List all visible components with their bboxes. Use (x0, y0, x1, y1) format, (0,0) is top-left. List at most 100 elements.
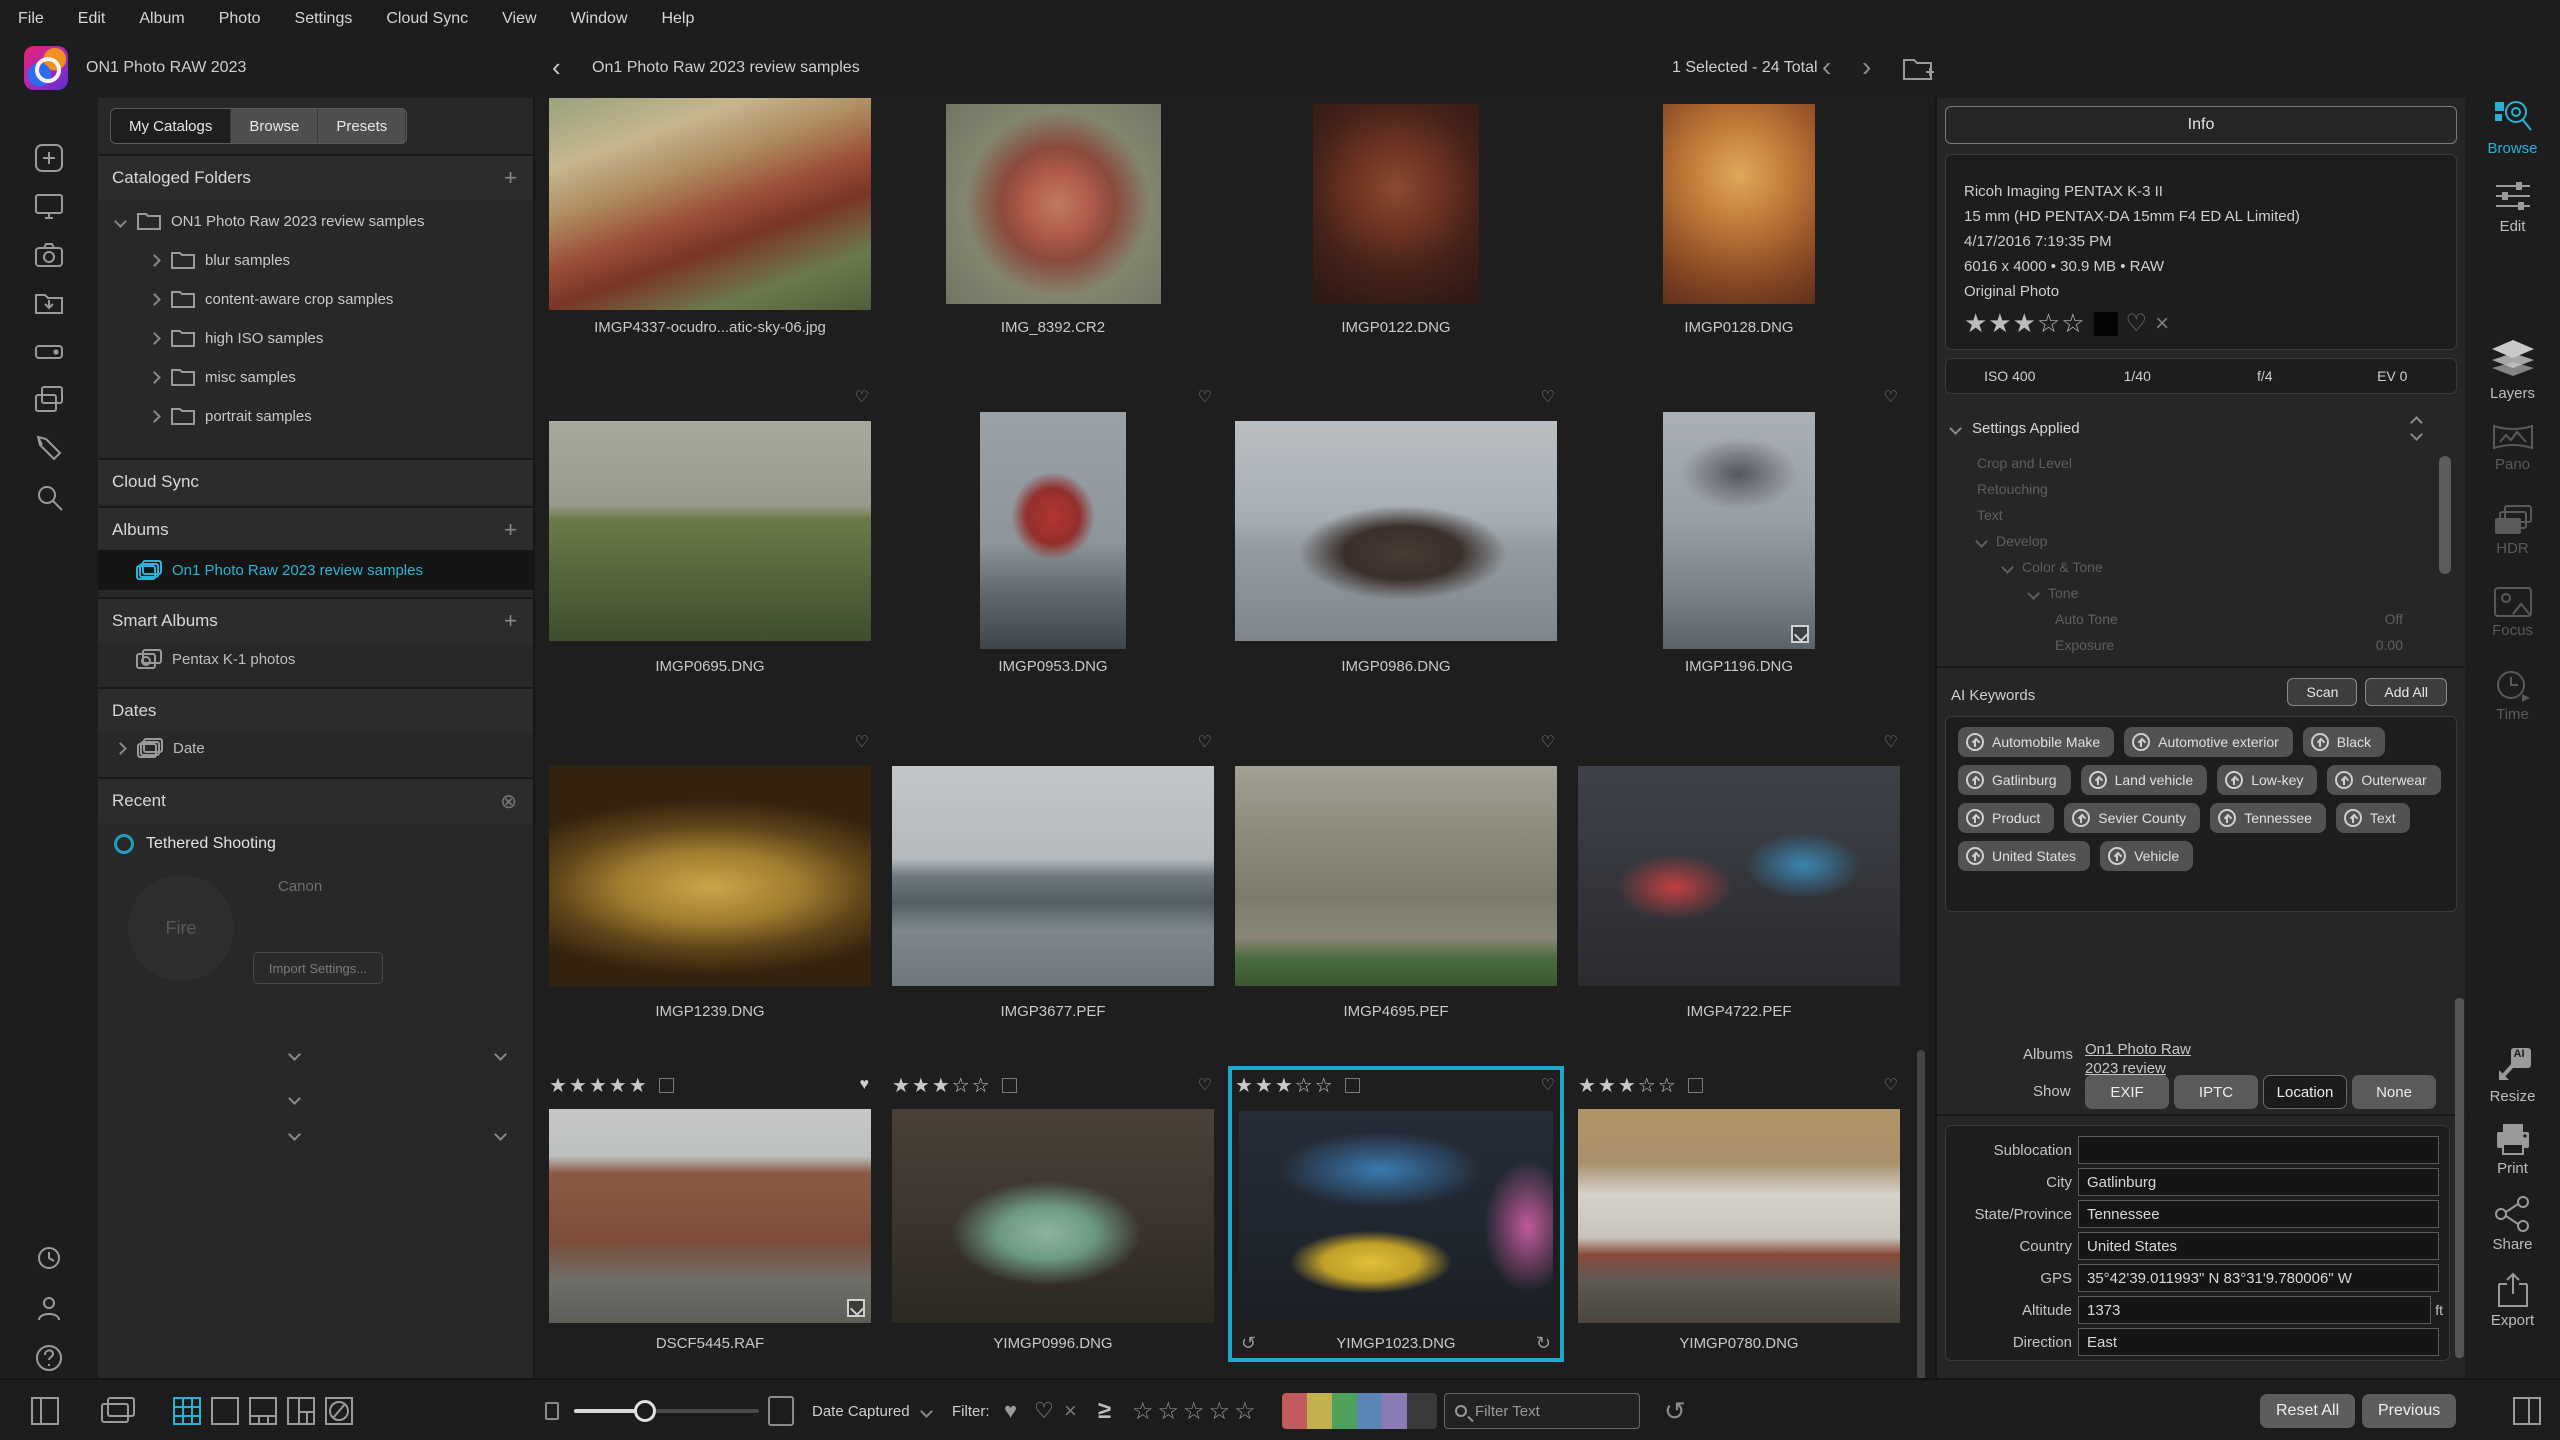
photo-cell-imgp0986-dng[interactable]: ♡ IMGP0986.DNG (1235, 382, 1557, 683)
keyword-tag-vehicle[interactable]: Vehicle (2100, 841, 2194, 871)
add-all-button[interactable]: Add All (2365, 678, 2447, 706)
add-keyword-icon[interactable] (2343, 809, 2362, 827)
add-keyword-icon[interactable] (2072, 809, 2091, 827)
photo-cell-imgp4337-ocudro-atic-sky-06-jpg[interactable]: IMGP4337-ocudro...atic-sky-06.jpg (549, 98, 871, 344)
add-keyword-icon[interactable] (1966, 847, 1984, 865)
menu-edit[interactable]: Edit (78, 10, 106, 28)
account-icon[interactable] (29, 1288, 69, 1328)
folder-content-aware-crop-samples[interactable]: content-aware crop samples (98, 280, 533, 318)
filter-color-labels[interactable] (1282, 1380, 1437, 1440)
albums-link[interactable]: On1 Photo Raw 2023 review (2085, 1040, 2191, 1076)
color-label-swatch[interactable] (2093, 311, 2118, 336)
photo-cell-imgp4722-pef[interactable]: ♡ IMGP4722.PEF (1578, 727, 1900, 1028)
keyword-tag-sevier-county[interactable]: Sevier County (2064, 803, 2201, 833)
like-heart-icon[interactable]: ♡ (1541, 1075, 1555, 1095)
keyword-tag-tennessee[interactable]: Tennessee (2210, 803, 2326, 833)
keyword-tag-gatlinburg[interactable]: Gatlinburg (1958, 765, 2071, 795)
expand-collapse-icon[interactable] (2410, 416, 2433, 441)
photo-thumbnail[interactable] (1663, 412, 1815, 649)
slider-knob[interactable] (634, 1400, 656, 1422)
menu-help[interactable]: Help (661, 10, 694, 28)
color-swatch-3[interactable] (1332, 1393, 1357, 1429)
like-heart-icon[interactable]: ♡ (855, 387, 869, 407)
like-heart-icon[interactable]: ♡ (1541, 732, 1555, 752)
scan-button[interactable]: Scan (2287, 678, 2358, 706)
show-tab-none[interactable]: None (2352, 1075, 2436, 1109)
add-smart-album-plus-icon[interactable]: + (504, 608, 517, 634)
color-label-box[interactable] (1344, 1077, 1360, 1093)
sort-dropdown[interactable]: Date Captured (812, 1380, 933, 1440)
field-input-gps[interactable]: 35°42'39.011993" N 83°31'9.780006" W (2078, 1264, 2439, 1292)
thumb-size-small-icon[interactable] (545, 1380, 559, 1440)
menu-window[interactable]: Window (571, 10, 628, 28)
photo-thumbnail[interactable] (1663, 104, 1815, 304)
reject-icon[interactable]: × (2155, 310, 2169, 338)
photo-thumbnail[interactable] (980, 412, 1126, 649)
back-chevron-icon[interactable]: ‹ (552, 52, 561, 83)
section-cloud-sync[interactable]: Cloud Sync (98, 458, 533, 504)
like-heart-icon[interactable]: ♡ (2126, 309, 2148, 338)
photo-thumbnail[interactable] (1578, 1109, 1900, 1323)
grid-scrollbar[interactable] (1917, 1050, 1925, 1378)
thumb-size-large-icon[interactable] (768, 1380, 794, 1440)
collapsed-section-row[interactable] (98, 1128, 533, 1154)
like-heart-icon[interactable]: ♡ (1198, 732, 1212, 752)
module-export[interactable]: Export (2465, 1270, 2560, 1329)
module-layers[interactable]: Layers (2465, 340, 2560, 402)
star-rating[interactable]: ★★★☆☆ (892, 1073, 992, 1098)
field-input-altitude[interactable]: 1373 (2078, 1296, 2432, 1324)
add-album-plus-icon[interactable]: + (504, 517, 517, 543)
tab-presets[interactable]: Presets (318, 109, 407, 143)
like-heart-icon[interactable]: ♡ (855, 732, 869, 752)
toggle-left-panel-icon[interactable] (30, 1380, 60, 1440)
drive-icon[interactable] (29, 332, 69, 372)
star-rating[interactable]: ★★★★★ (549, 1073, 649, 1098)
like-heart-icon[interactable]: ♡ (1884, 1075, 1898, 1095)
show-tab-location[interactable]: Location (2263, 1075, 2347, 1109)
section-smart-albums[interactable]: Smart Albums + (98, 597, 533, 643)
section-dates[interactable]: Dates (98, 687, 533, 733)
module-browse[interactable]: Browse (2465, 98, 2560, 157)
previous-button[interactable]: Previous (2362, 1380, 2457, 1440)
photo-cell-dscf5445-raf[interactable]: ★★★★★ ♥ DSCF5445.RAF (549, 1070, 871, 1360)
grid-view-icon[interactable] (168, 1392, 206, 1430)
add-keyword-icon[interactable] (1966, 733, 1984, 751)
add-folder-icon[interactable] (1902, 54, 1936, 82)
settings-applied-header[interactable]: Settings Applied (1949, 416, 2451, 441)
menu-album[interactable]: Album (139, 10, 184, 28)
keyword-tag-black[interactable]: Black (2302, 727, 2386, 757)
filter-text-input[interactable]: Filter Text (1444, 1380, 1640, 1440)
module-hdr[interactable]: HDR (2465, 504, 2560, 557)
detail-view-icon[interactable] (206, 1392, 244, 1430)
keyword-tag-united-states[interactable]: United States (1958, 841, 2091, 871)
show-tab-iptc[interactable]: IPTC (2174, 1075, 2258, 1109)
color-swatch-6[interactable] (1407, 1393, 1437, 1429)
folder-high-iso-samples[interactable]: high ISO samples (98, 319, 533, 357)
color-swatch-1[interactable] (1282, 1393, 1307, 1429)
album-on1-photo-raw-2023-review-samples[interactable]: On1 Photo Raw 2023 review samples (98, 550, 533, 590)
add-keyword-icon[interactable] (2335, 771, 2354, 789)
photo-thumbnail[interactable] (549, 765, 871, 986)
add-keyword-icon[interactable] (2218, 809, 2237, 827)
add-keyword-icon[interactable] (2108, 847, 2127, 865)
settings-scrollbar[interactable] (2439, 456, 2451, 574)
keyword-tag-product[interactable]: Product (1958, 803, 2055, 833)
menu-settings[interactable]: Settings (295, 10, 353, 28)
keyword-tag-automotive-exterior[interactable]: Automotive exterior (2124, 727, 2293, 757)
like-heart-icon[interactable]: ♡ (1198, 1075, 1212, 1095)
reset-all-button[interactable]: Reset All (2260, 1380, 2356, 1440)
section-albums[interactable]: Albums + (98, 506, 533, 552)
tethered-shooting-row[interactable]: Tethered Shooting (98, 825, 533, 863)
photo-cell-imgp1196-dng[interactable]: ♡ IMGP1196.DNG (1578, 382, 1900, 683)
color-label-box[interactable] (1001, 1077, 1017, 1093)
menu-view[interactable]: View (502, 10, 536, 28)
add-keyword-icon[interactable] (2088, 771, 2107, 789)
photo-cell-imgp1239-dng[interactable]: ♡ IMGP1239.DNG (549, 727, 871, 1028)
dual-display-icon[interactable] (100, 1380, 136, 1440)
menu-file[interactable]: File (18, 10, 44, 28)
add-folder-plus-icon[interactable]: + (504, 165, 517, 191)
field-input-country[interactable]: United States (2078, 1232, 2439, 1260)
collapsed-section-row[interactable] (98, 1092, 533, 1118)
photo-thumbnail[interactable] (549, 98, 871, 310)
add-keyword-icon[interactable] (2225, 771, 2244, 789)
